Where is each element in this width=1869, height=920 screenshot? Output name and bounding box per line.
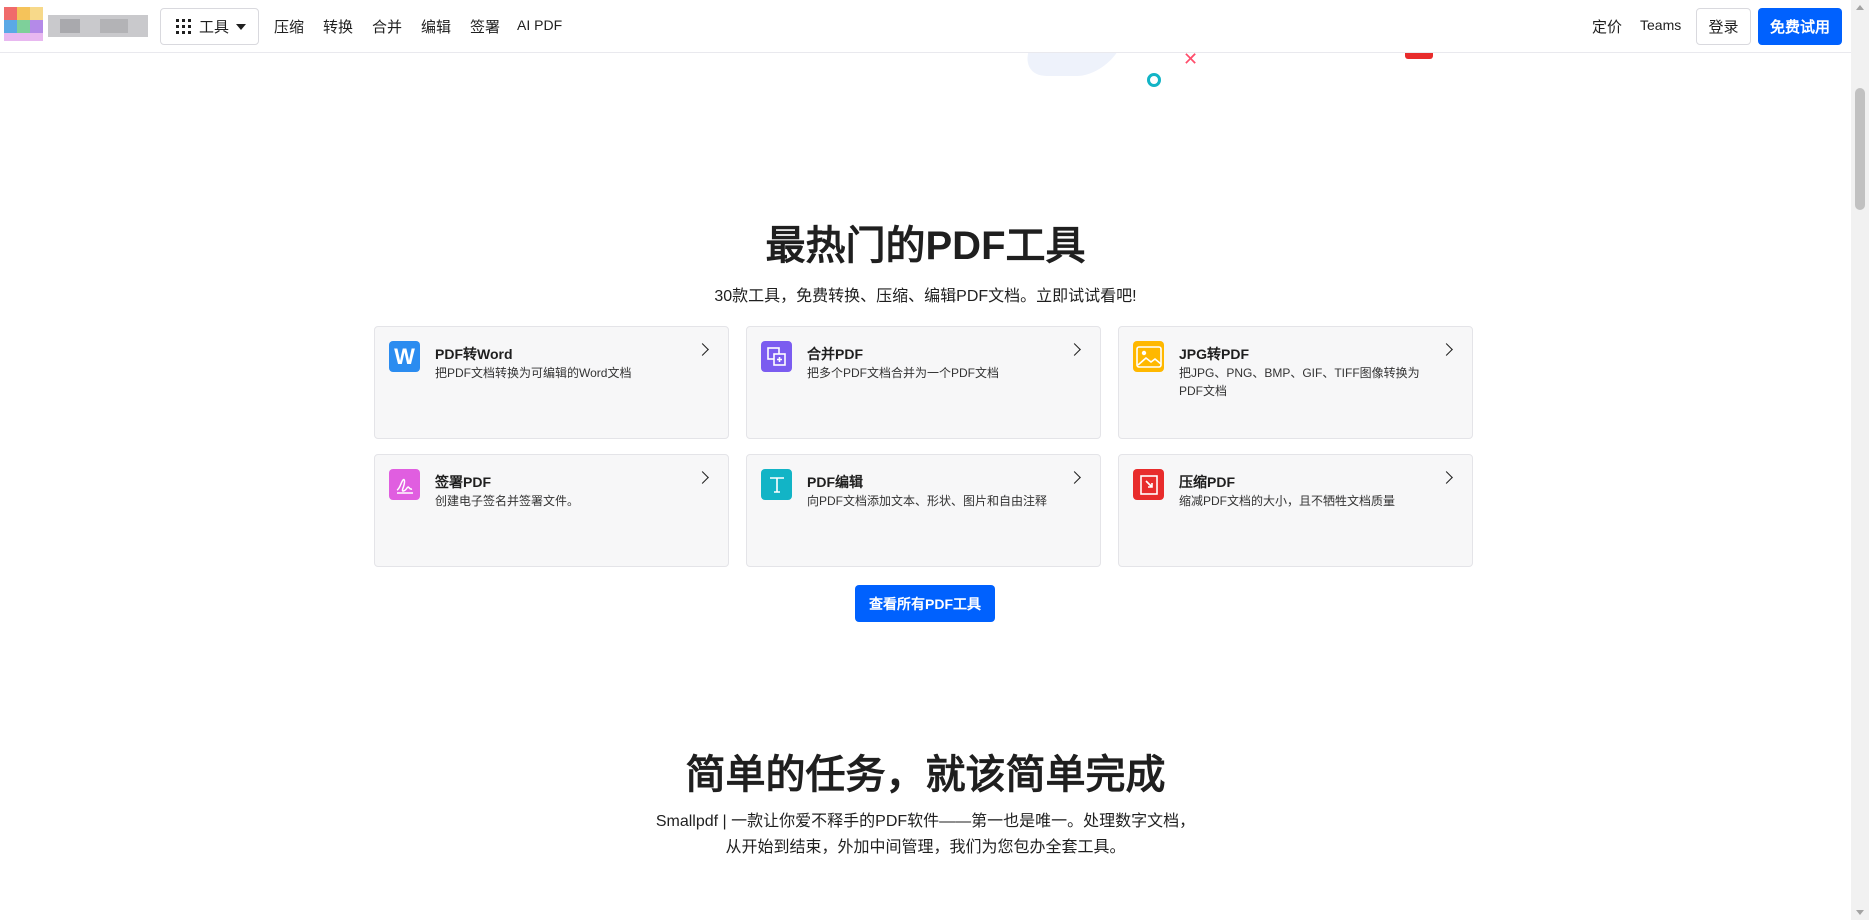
tool-card-pdf-to-word[interactable]: W PDF转Word 把PDF文档转换为可编辑的Word文档 [374,326,729,439]
simple-tasks-line-1: Smallpdf | 一款让你爱不释手的PDF软件——第一也是唯一。处理数字文档… [655,813,1196,830]
tool-card-compress-pdf[interactable]: 压缩PDF 缩减PDF文档的大小，且不牺牲文档质量 [1118,454,1473,567]
popular-tools-title: 最热门的PDF工具 [765,224,1086,268]
tool-card-title: 签署PDF [435,474,491,490]
nav-link-sign[interactable]: 签署 [470,16,500,37]
tool-card-desc: 把多个PDF文档合并为一个PDF文档 [807,366,1000,380]
signature-icon [389,469,420,500]
scrollbar-thumb[interactable] [1855,88,1865,210]
tool-card-desc: 把JPG、PNG、BMP、GIF、TIFF图像转换为PDF文档 [1179,366,1420,398]
logo[interactable] [0,5,150,45]
chevron-right-icon [696,343,709,356]
top-navigation: 工具 压缩 转换 合并 编辑 签署 AI PDF 定价 Teams 登录 免费试… [0,0,1851,53]
tool-card-desc: 缩减PDF文档的大小，且不牺牲文档质量 [1179,494,1396,508]
simple-tasks-line-2: 从开始到结束，外加中间管理，我们为您包办全套工具。 [725,839,1126,856]
grid-icon [176,19,191,34]
decorative-ring [1147,73,1161,87]
tool-card-desc: 向PDF文档添加文本、形状、图片和自由注释 [807,494,1048,508]
chevron-right-icon [696,471,709,484]
tool-card-sign-pdf[interactable]: 签署PDF 创建电子签名并签署文件。 [374,454,729,567]
scroll-up-arrow-icon[interactable] [1856,5,1864,10]
tool-card-desc: 把PDF文档转换为可编辑的Word文档 [435,366,632,380]
tool-card-title: PDF编辑 [807,474,863,490]
tool-card-jpg-to-pdf[interactable]: JPG转PDF 把JPG、PNG、BMP、GIF、TIFF图像转换为PDF文档 [1118,326,1473,439]
popular-tools-subtitle: 30款工具，免费转换、压缩、编辑PDF文档。立即试试看吧! [714,288,1137,305]
chevron-right-icon [1440,343,1453,356]
login-button[interactable]: 登录 [1696,8,1751,45]
caret-down-icon [236,23,247,30]
nav-link-ai-pdf[interactable]: AI PDF [517,17,562,33]
image-icon [1133,341,1164,372]
nav-link-teams[interactable]: Teams [1640,17,1681,33]
tool-card-title: 压缩PDF [1179,474,1235,490]
simple-tasks-title: 简单的任务，就该简单完成 [685,753,1166,797]
word-icon: W [389,341,420,372]
nav-link-edit[interactable]: 编辑 [421,16,451,37]
view-all-tools-button[interactable]: 查看所有PDF工具 [855,585,995,622]
nav-link-pricing[interactable]: 定价 [1592,16,1622,37]
tool-card-desc: 创建电子签名并签署文件。 [435,494,580,508]
tool-card-title: PDF转Word [435,346,513,362]
chevron-right-icon [1068,343,1081,356]
nav-link-compress[interactable]: 压缩 [274,16,304,37]
tool-card-edit-pdf[interactable]: PDF编辑 向PDF文档添加文本、形状、图片和自由注释 [746,454,1101,567]
tools-menu-label: 工具 [199,19,230,36]
nav-link-convert[interactable]: 转换 [323,16,353,37]
merge-icon [761,341,792,372]
tool-card-merge-pdf[interactable]: 合并PDF 把多个PDF文档合并为一个PDF文档 [746,326,1101,439]
tools-menu-button[interactable]: 工具 [160,8,259,45]
nav-link-merge[interactable]: 合并 [372,16,402,37]
free-trial-button[interactable]: 免费试用 [1758,8,1842,45]
chevron-right-icon [1440,471,1453,484]
compress-icon [1133,469,1164,500]
chevron-right-icon [1068,471,1081,484]
page-scrollbar[interactable] [1851,0,1869,920]
scroll-down-arrow-icon[interactable] [1856,910,1864,915]
tool-card-title: JPG转PDF [1179,346,1250,362]
text-edit-icon [761,469,792,500]
tool-card-title: 合并PDF [807,346,863,362]
